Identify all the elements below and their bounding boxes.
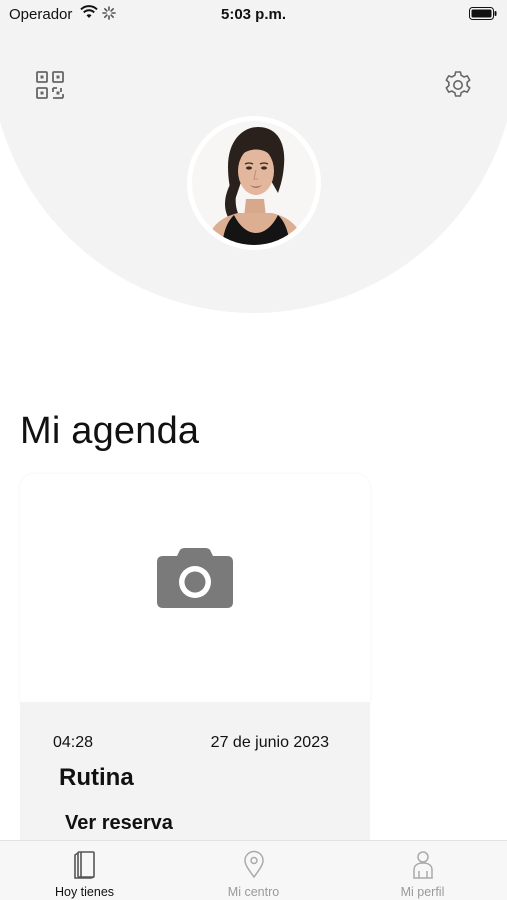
agenda-photo-card[interactable] [20,474,370,714]
profile-photo [192,121,316,245]
event-time: 04:28 [53,734,94,751]
map-pin-icon [243,850,264,879]
camera-icon [157,548,233,608]
profile-avatar[interactable] [187,116,321,250]
person-icon [412,851,433,879]
qr-code-icon [36,71,64,99]
tab-mi-perfil[interactable]: Mi perfil [338,841,507,900]
battery-icon [469,7,497,20]
tab-label: Hoy tienes [54,885,115,899]
tab-label: Mi perfil [400,885,445,899]
agenda-title: Mi agenda [20,410,200,452]
status-time: 5:03 p.m. [220,6,287,23]
agenda-event-panel: 04:28 27 de junio 2023 Rutina Ver reserv… [20,702,370,852]
notebook-icon [73,851,95,879]
event-date: 27 de junio 2023 [210,734,329,751]
tab-mi-centro[interactable]: Mi centro [169,841,338,900]
status-bar: Operador 5:03 p.m. [0,0,507,28]
event-title: Rutina [59,764,134,791]
tab-bar: Hoy tienes Mi centro Mi perfil [0,840,507,900]
settings-button[interactable] [442,69,474,101]
gear-icon [445,71,471,97]
see-reservation-link[interactable]: Ver reserva [65,812,173,835]
qr-code-button[interactable] [34,69,66,101]
tab-label: Mi centro [227,885,280,899]
tab-hoy-tienes[interactable]: Hoy tienes [0,841,169,900]
